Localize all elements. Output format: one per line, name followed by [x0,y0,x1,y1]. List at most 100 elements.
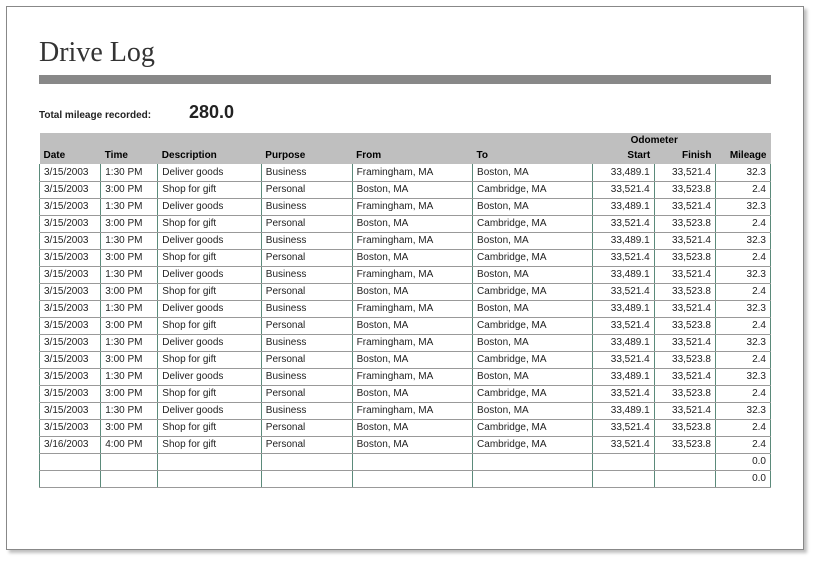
cell-to: Cambridge, MA [473,249,593,266]
cell-time: 1:30 PM [101,334,158,351]
cell-purpose: Personal [261,181,352,198]
cell-date: 3/15/2003 [40,317,101,334]
cell-time: 1:30 PM [101,402,158,419]
cell-description: Shop for gift [158,181,262,198]
cell-time [101,470,158,487]
cell-purpose: Personal [261,249,352,266]
cell-mileage: 32.3 [715,232,770,249]
cell-from: Framingham, MA [352,334,472,351]
cell-from: Boston, MA [352,249,472,266]
cell-purpose: Business [261,368,352,385]
cell-from [352,470,472,487]
cell-from: Boston, MA [352,181,472,198]
header-row: Date Time Description Purpose From To St… [40,147,771,164]
cell-date: 3/15/2003 [40,198,101,215]
cell-date: 3/15/2003 [40,300,101,317]
cell-description: Shop for gift [158,215,262,232]
cell-finish: 33,521.4 [654,300,715,317]
cell-purpose: Business [261,402,352,419]
cell-finish: 33,521.4 [654,334,715,351]
cell-from: Boston, MA [352,283,472,300]
table-row: 3/15/20033:00 PMShop for giftPersonalBos… [40,419,771,436]
cell-mileage: 0.0 [715,453,770,470]
table-row: 0.0 [40,453,771,470]
cell-time: 3:00 PM [101,249,158,266]
cell-mileage: 2.4 [715,436,770,453]
cell-time: 1:30 PM [101,266,158,283]
cell-description: Shop for gift [158,419,262,436]
cell-time: 3:00 PM [101,351,158,368]
cell-to: Boston, MA [473,368,593,385]
cell-purpose: Business [261,266,352,283]
cell-mileage: 2.4 [715,181,770,198]
cell-purpose: Personal [261,436,352,453]
title-divider [39,75,771,84]
cell-start: 33,489.1 [593,300,654,317]
cell-to: Cambridge, MA [473,419,593,436]
cell-description [158,453,262,470]
cell-to: Boston, MA [473,300,593,317]
cell-mileage: 32.3 [715,266,770,283]
cell-description: Shop for gift [158,436,262,453]
cell-finish: 33,521.4 [654,368,715,385]
col-header-odometer: Odometer [593,133,716,147]
cell-purpose: Business [261,164,352,181]
table-row: 0.0 [40,470,771,487]
cell-purpose: Business [261,232,352,249]
table-row: 3/15/20031:30 PMDeliver goodsBusinessFra… [40,368,771,385]
cell-finish: 33,523.8 [654,419,715,436]
cell-description: Shop for gift [158,249,262,266]
cell-purpose [261,453,352,470]
cell-from: Boston, MA [352,385,472,402]
cell-finish: 33,523.8 [654,215,715,232]
page-frame: Drive Log Total mileage recorded: 280.0 … [6,6,804,550]
cell-date: 3/15/2003 [40,368,101,385]
cell-start [593,453,654,470]
cell-to: Cambridge, MA [473,436,593,453]
cell-time: 1:30 PM [101,300,158,317]
cell-date: 3/15/2003 [40,334,101,351]
cell-from: Boston, MA [352,436,472,453]
cell-start: 33,521.4 [593,436,654,453]
page-title: Drive Log [39,37,771,69]
table-row: 3/15/20031:30 PMDeliver goodsBusinessFra… [40,266,771,283]
col-header-to: To [473,147,593,164]
cell-start: 33,521.4 [593,181,654,198]
cell-finish: 33,523.8 [654,317,715,334]
cell-to: Boston, MA [473,164,593,181]
cell-time: 3:00 PM [101,317,158,334]
drive-log-table: Odometer Date Time Description Purpose F… [39,133,771,488]
cell-mileage: 32.3 [715,402,770,419]
odometer-group-row: Odometer [40,133,771,147]
cell-purpose: Personal [261,351,352,368]
table-row: 3/15/20033:00 PMShop for giftPersonalBos… [40,215,771,232]
cell-date: 3/15/2003 [40,402,101,419]
cell-date: 3/15/2003 [40,419,101,436]
col-header-finish: Finish [654,147,715,164]
cell-to: Cambridge, MA [473,283,593,300]
cell-time: 3:00 PM [101,385,158,402]
cell-mileage: 2.4 [715,385,770,402]
cell-description: Shop for gift [158,385,262,402]
cell-mileage: 2.4 [715,283,770,300]
cell-start: 33,489.1 [593,266,654,283]
cell-finish: 33,523.8 [654,181,715,198]
col-header-mileage: Mileage [715,147,770,164]
cell-start: 33,489.1 [593,334,654,351]
cell-description: Deliver goods [158,300,262,317]
col-header-time: Time [101,147,158,164]
cell-finish: 33,521.4 [654,266,715,283]
cell-from: Boston, MA [352,351,472,368]
cell-to: Cambridge, MA [473,385,593,402]
cell-to: Boston, MA [473,266,593,283]
cell-date [40,453,101,470]
cell-purpose: Personal [261,419,352,436]
total-mileage-value: 280.0 [189,102,234,123]
table-row: 3/16/20034:00 PMShop for giftPersonalBos… [40,436,771,453]
summary-row: Total mileage recorded: 280.0 [39,102,771,123]
cell-finish: 33,523.8 [654,249,715,266]
table-row: 3/15/20031:30 PMDeliver goodsBusinessFra… [40,300,771,317]
col-header-description: Description [158,147,262,164]
cell-start [593,470,654,487]
cell-from: Framingham, MA [352,300,472,317]
